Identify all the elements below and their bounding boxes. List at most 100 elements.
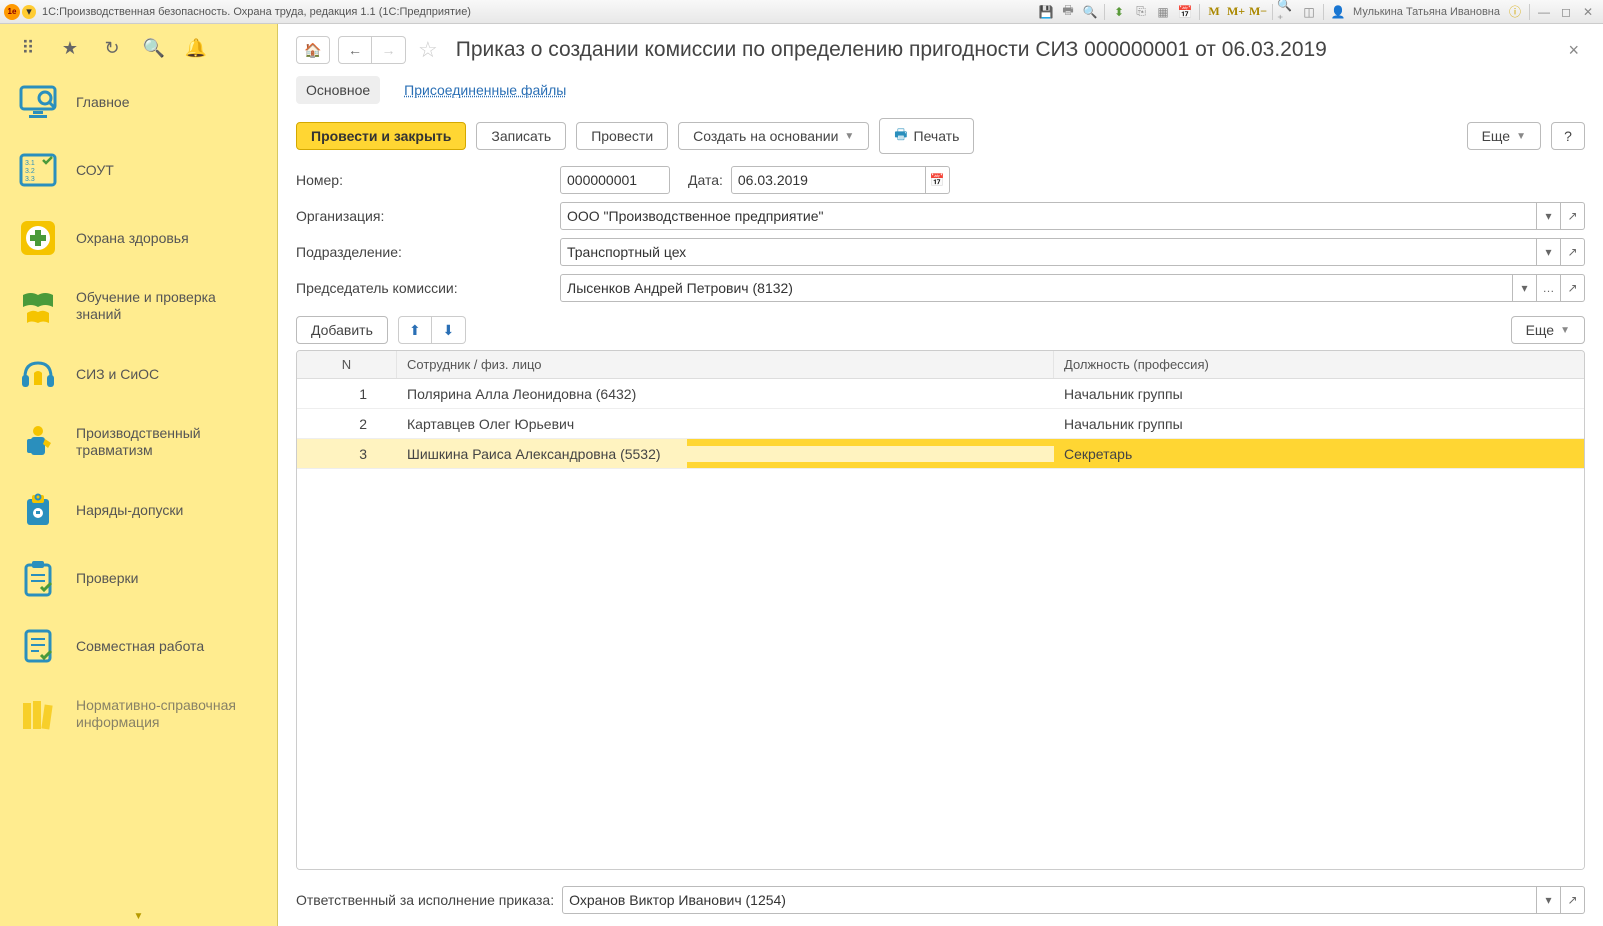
document-title: Приказ о создании комиссии по определени… (456, 38, 1555, 62)
col-position[interactable]: Должность (профессия) (1054, 351, 1584, 378)
save-button[interactable]: Записать (476, 122, 566, 150)
sidebar-item-injury[interactable]: Производственный травматизм (0, 408, 277, 476)
sidebar-item-label: СИЗ и СиОС (76, 366, 159, 383)
tab-main[interactable]: Основное (296, 76, 380, 104)
dropdown-icon[interactable]: ▾ (1537, 202, 1561, 230)
info-icon[interactable]: ⓘ (1505, 3, 1525, 21)
responsible-input[interactable] (562, 886, 1537, 914)
post-button[interactable]: Провести (576, 122, 668, 150)
col-employee[interactable]: Сотрудник / физ. лицо (397, 351, 1054, 378)
dropdown-icon[interactable]: ▾ (1513, 274, 1537, 302)
sidebar-expand-icon[interactable]: ▼ (0, 907, 277, 926)
date-input[interactable] (731, 166, 926, 194)
sidebar-item-reference[interactable]: Нормативно-справочная информация (0, 680, 277, 748)
sidebar-item-collab[interactable]: Совместная работа (0, 612, 277, 680)
home-button[interactable]: 🏠 (296, 36, 330, 64)
sidebar-item-siz[interactable]: СИЗ и СиОС (0, 340, 277, 408)
history-icon[interactable]: ↻ (100, 36, 124, 60)
add-row-button[interactable]: Добавить (296, 316, 388, 344)
content-panel: 🏠 ← → ☆ Приказ о создании комиссии по оп… (278, 24, 1603, 926)
favorite-star-icon[interactable]: ☆ (418, 37, 438, 63)
calendar-picker-icon[interactable]: 📅 (926, 166, 950, 194)
close-window-icon[interactable]: ✕ (1578, 3, 1598, 21)
maximize-icon[interactable]: ◻ (1556, 3, 1576, 21)
preview-icon[interactable]: 🔍 (1080, 3, 1100, 21)
help-button[interactable]: ? (1551, 122, 1585, 150)
open-ref-icon[interactable]: ↗ (1561, 202, 1585, 230)
close-tab-icon[interactable]: × (1562, 40, 1585, 61)
sidebar-item-sout[interactable]: 3.13.23.3 СОУТ (0, 136, 277, 204)
sidebar-item-permits[interactable]: Наряды-допуски (0, 476, 277, 544)
sidebar-item-label: Главное (76, 94, 130, 111)
app-logo-icon: 1e (4, 4, 20, 20)
copy-icon[interactable]: ⎘ (1131, 3, 1151, 21)
dropdown-icon[interactable]: ▾ (1537, 886, 1561, 914)
cell-n: 1 (297, 386, 397, 402)
org-input[interactable] (560, 202, 1537, 230)
panel-icon[interactable]: ◫ (1299, 3, 1319, 21)
sidebar: ⠿ ★ ↻ 🔍 🔔 Главное 3.13.23.3 СОУТ Охрана … (0, 24, 278, 926)
cell-employee: Картавцев Олег Юрьевич (397, 416, 1054, 432)
chair-input[interactable] (560, 274, 1513, 302)
table-more-button[interactable]: Еще▼ (1511, 316, 1585, 344)
table-row[interactable]: 2 Картавцев Олег Юрьевич Начальник групп… (297, 409, 1584, 439)
permit-icon (14, 486, 62, 534)
sidebar-item-training[interactable]: Обучение и проверка знаний (0, 272, 277, 340)
tab-files[interactable]: Присоединенные файлы (394, 76, 576, 104)
back-button[interactable]: ← (338, 36, 372, 64)
favorite-icon[interactable]: ★ (58, 36, 82, 60)
cell-position: Секретарь (1054, 446, 1584, 462)
zoom-icon[interactable]: 🔍⁺ (1277, 3, 1297, 21)
dept-input[interactable] (560, 238, 1537, 266)
print-icon[interactable]: 🖶 (1058, 3, 1078, 21)
open-ref-icon[interactable]: ↗ (1561, 886, 1585, 914)
compare-icon[interactable]: ⬍ (1109, 3, 1129, 21)
move-up-button[interactable]: ⬆ (398, 316, 432, 344)
sidebar-item-label: Совместная работа (76, 638, 204, 655)
commission-table: N Сотрудник / физ. лицо Должность (профе… (296, 350, 1585, 870)
forward-button[interactable]: → (372, 36, 406, 64)
m-icon[interactable]: M (1204, 3, 1224, 21)
app-menu-dropdown[interactable]: ▾ (22, 5, 36, 19)
org-label: Организация: (296, 208, 552, 224)
ellipsis-icon[interactable]: … (1537, 274, 1561, 302)
apps-icon[interactable]: ⠿ (16, 36, 40, 60)
current-user: Мулькина Татьяна Ивановна (1353, 6, 1500, 18)
notifications-icon[interactable]: 🔔 (184, 36, 208, 60)
m-minus-icon[interactable]: M− (1248, 3, 1268, 21)
number-input[interactable] (560, 166, 670, 194)
dept-label: Подразделение: (296, 244, 552, 260)
document-check-icon (14, 622, 62, 670)
minimize-icon[interactable]: — (1534, 3, 1554, 21)
cell-employee: Шишкина Раиса Александровна (5532) (397, 446, 1054, 462)
sidebar-item-main[interactable]: Главное (0, 68, 277, 136)
post-and-close-button[interactable]: Провести и закрыть (296, 122, 466, 150)
open-ref-icon[interactable]: ↗ (1561, 238, 1585, 266)
table-row-selected[interactable]: 3 Шишкина Раиса Александровна (5532) Сек… (297, 439, 1584, 469)
sidebar-item-health[interactable]: Охрана здоровья (0, 204, 277, 272)
headset-gloves-icon (14, 350, 62, 398)
calendar-icon[interactable]: 📅 (1175, 3, 1195, 21)
number-label: Номер: (296, 172, 552, 188)
sidebar-item-label: Обучение и проверка знаний (76, 289, 263, 323)
calculator-icon[interactable]: ▦ (1153, 3, 1173, 21)
col-n[interactable]: N (297, 351, 397, 378)
open-ref-icon[interactable]: ↗ (1561, 274, 1585, 302)
save-icon[interactable]: 💾 (1036, 3, 1056, 21)
sidebar-item-checks[interactable]: Проверки (0, 544, 277, 612)
search-icon[interactable]: 🔍 (142, 36, 166, 60)
injury-icon (14, 418, 62, 466)
svg-text:3.2: 3.2 (25, 168, 35, 175)
sidebar-item-label: Производственный травматизм (76, 425, 263, 459)
print-button[interactable]: 🖶Печать (879, 118, 974, 154)
sidebar-item-label: Охрана здоровья (76, 230, 189, 247)
more-button[interactable]: Еще▼ (1467, 122, 1541, 150)
table-row[interactable]: 1 Полярина Алла Леонидовна (6432) Началь… (297, 379, 1584, 409)
cell-employee: Полярина Алла Леонидовна (6432) (397, 386, 1054, 402)
dropdown-icon[interactable]: ▾ (1537, 238, 1561, 266)
create-based-button[interactable]: Создать на основании▼ (678, 122, 869, 150)
cell-position: Начальник группы (1054, 386, 1584, 402)
printer-icon: 🖶 (894, 124, 907, 148)
move-down-button[interactable]: ⬇ (432, 316, 466, 344)
m-plus-icon[interactable]: M+ (1226, 3, 1246, 21)
